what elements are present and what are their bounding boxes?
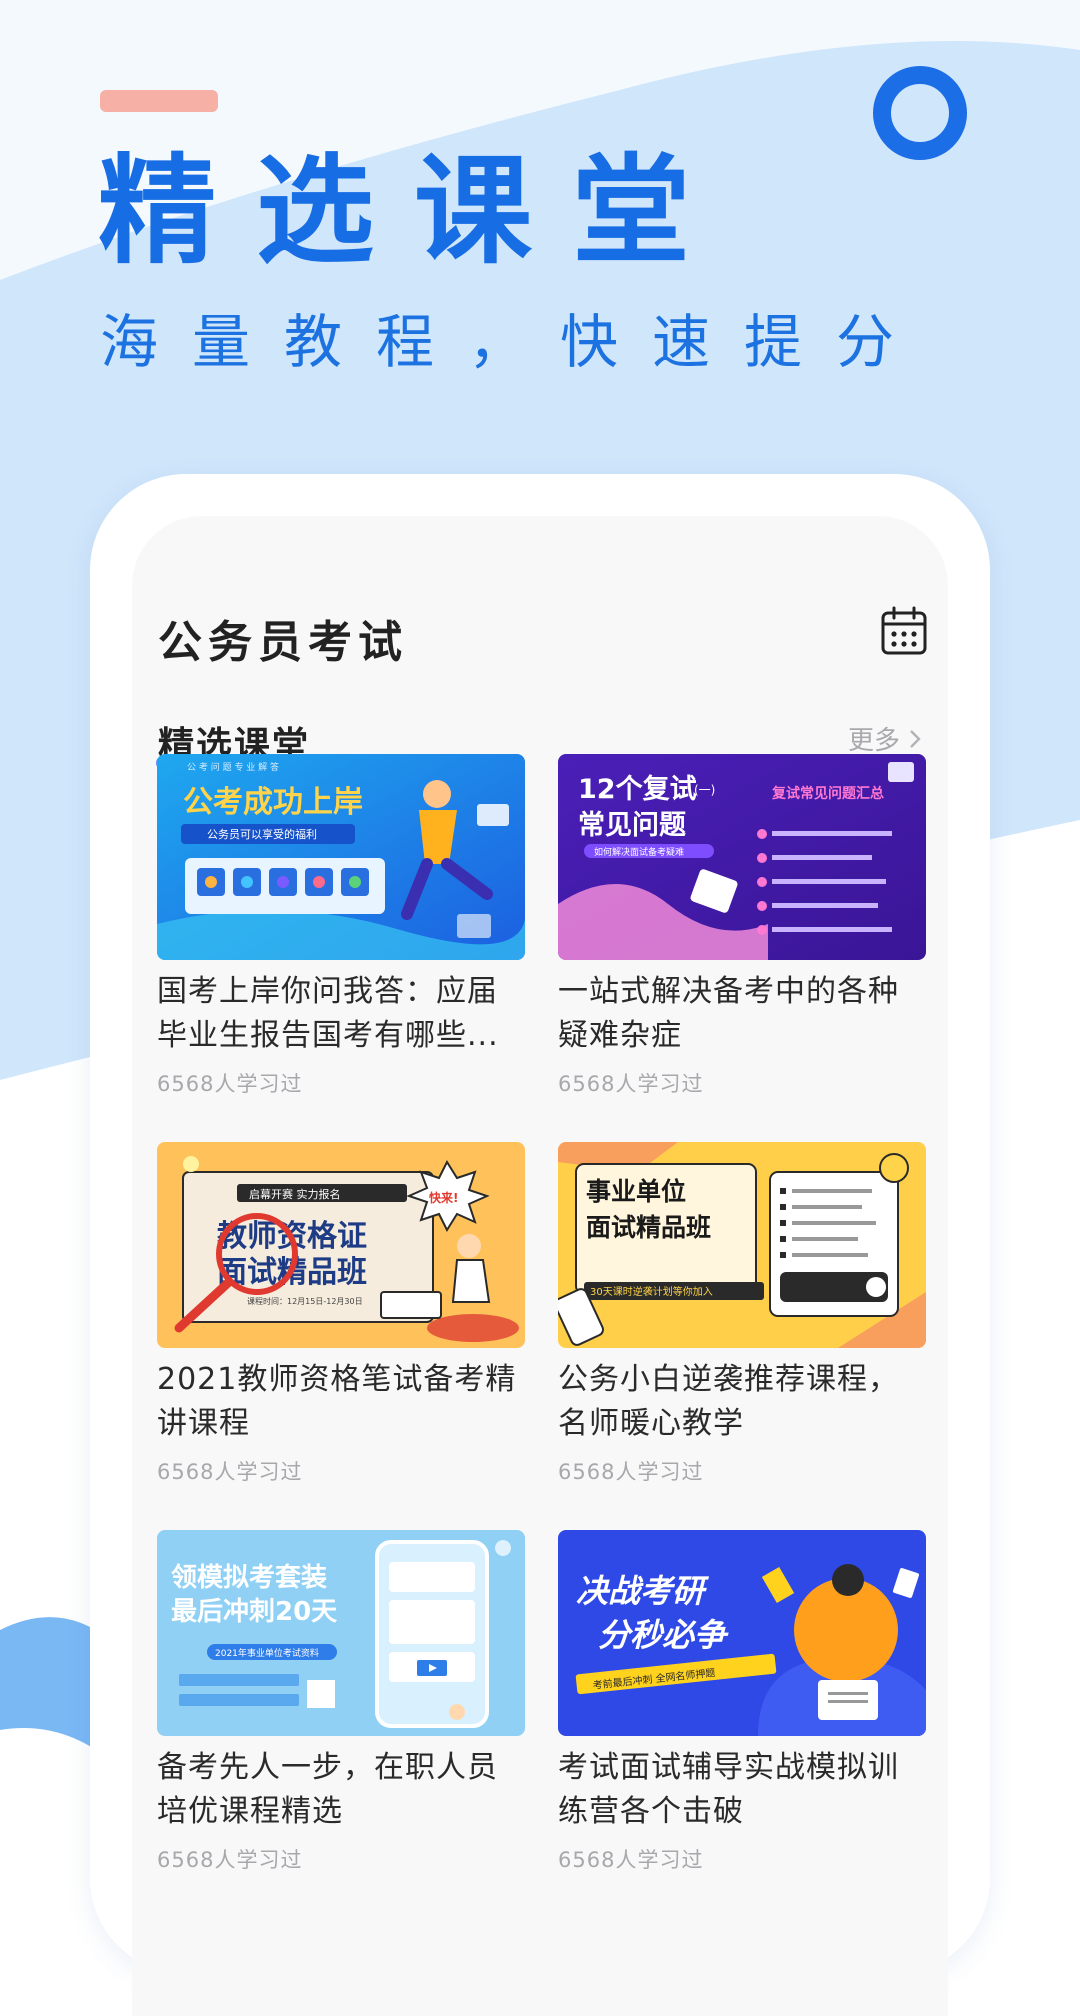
banner-headline: 最后冲刺20天: [171, 1597, 337, 1627]
phone-frame: 公务员考试 精选课堂 更多 公 考 问 题 专 业 解 答 公考成功上岸 公务员…: [90, 474, 990, 2016]
chevron-right-icon: [910, 729, 921, 748]
banner-headline: 事业单位: [586, 1177, 686, 1206]
banner-tag: 2021年事业单位考试资料: [215, 1647, 319, 1659]
banner-burst: 快来!: [429, 1190, 458, 1205]
banner-tag: 如何解决面试备考疑难: [594, 846, 684, 858]
banner-headline: 面试精品班: [586, 1213, 711, 1242]
banner-tag: 公务员可以享受的福利: [207, 827, 317, 841]
course-learners: 6568人学习过: [558, 1072, 704, 1096]
course-learners: 6568人学习过: [157, 1460, 303, 1484]
course-title: 一站式解决备考中的各种疑难杂症: [558, 974, 899, 1053]
more-label: 更多: [848, 726, 901, 756]
more-link[interactable]: 更多: [848, 720, 922, 757]
course-card[interactable]: 启幕开赛 实力报名 教师资格证 面试精品班 课程时间：12月15日-12月30日…: [157, 1142, 525, 1486]
banner-tag: 30天课时逆袭计划等你加入: [590, 1285, 713, 1298]
banner-badge: (一): [694, 783, 715, 797]
banner-date: 课程时间：12月15日-12月30日: [247, 1296, 363, 1306]
banner-kicker: 公 考 问 题 专 业 解 答: [187, 761, 279, 773]
banner-headline: 决战考研: [576, 1572, 710, 1610]
course-learners: 6568人学习过: [157, 1848, 303, 1872]
hero-subtitle: 海量教程，快速提分: [100, 308, 929, 376]
hero-title: 精选课堂: [98, 141, 731, 280]
banner-kicker: 启幕开赛 实力报名: [249, 1187, 341, 1201]
ring-decoration: [873, 66, 967, 160]
course-title: 2021教师资格笔试备考精讲课程: [157, 1362, 517, 1441]
course-card[interactable]: 决战考研 分秒必争 考前最后冲刺 全网名师押题 考试面试辅导实战模拟训练营各个击…: [558, 1530, 926, 1874]
course-card[interactable]: 12个复试 (一) 常见问题 如何解决面试备考疑难 复试常见问题汇总 一站式解决…: [558, 754, 926, 1098]
course-learners: 6568人学习过: [157, 1072, 303, 1096]
course-card[interactable]: 事业单位 面试精品班 30天课时逆袭计划等你加入 公务小白逆袭推荐课程，名师暖心…: [558, 1142, 926, 1486]
course-title: 公务小白逆袭推荐课程，名师暖心教学: [558, 1362, 899, 1441]
course-learners: 6568人学习过: [558, 1848, 704, 1872]
banner-side-title: 复试常见问题汇总: [771, 785, 884, 802]
banner-headline: 分秒必争: [598, 1616, 729, 1654]
course-thumbnail: 启幕开赛 实力报名 教师资格证 面试精品班 课程时间：12月15日-12月30日…: [157, 1142, 525, 1348]
course-thumbnail: 事业单位 面试精品班 30天课时逆袭计划等你加入: [558, 1142, 926, 1348]
course-card[interactable]: 公 考 问 题 专 业 解 答 公考成功上岸 公务员可以享受的福利 国考上岸你问…: [157, 754, 525, 1098]
accent-bar: [100, 90, 218, 112]
course-learners: 6568人学习过: [558, 1460, 704, 1484]
course-thumbnail: 决战考研 分秒必争 考前最后冲刺 全网名师押题: [558, 1530, 926, 1736]
course-title: 考试面试辅导实战模拟训练营各个击破: [558, 1750, 899, 1829]
course-thumbnail: 领模拟考套装 最后冲刺20天 2021年事业单位考试资料: [157, 1530, 525, 1736]
banner-headline: 公考成功上岸: [183, 785, 363, 820]
app-screen: 公务员考试 精选课堂 更多 公 考 问 题 专 业 解 答 公考成功上岸 公务员…: [132, 516, 948, 2016]
course-card[interactable]: 领模拟考套装 最后冲刺20天 2021年事业单位考试资料 备考先人一步，在职人员…: [157, 1530, 525, 1874]
course-title: 备考先人一步，在职人员培优课程精选: [157, 1750, 498, 1829]
calendar-icon[interactable]: [880, 606, 928, 656]
course-thumbnail: 公 考 问 题 专 业 解 答 公考成功上岸 公务员可以享受的福利: [157, 754, 525, 960]
app-title: 公务员考试: [158, 617, 408, 668]
banner-headline: 常见问题: [578, 810, 686, 841]
course-title: 国考上岸你问我答：应届毕业生报告国考有哪些...: [157, 974, 499, 1053]
course-thumbnail: 12个复试 (一) 常见问题 如何解决面试备考疑难 复试常见问题汇总: [558, 754, 926, 960]
banner-headline: 领模拟考套装: [171, 1562, 327, 1593]
banner-headline: 12个复试: [578, 774, 697, 805]
